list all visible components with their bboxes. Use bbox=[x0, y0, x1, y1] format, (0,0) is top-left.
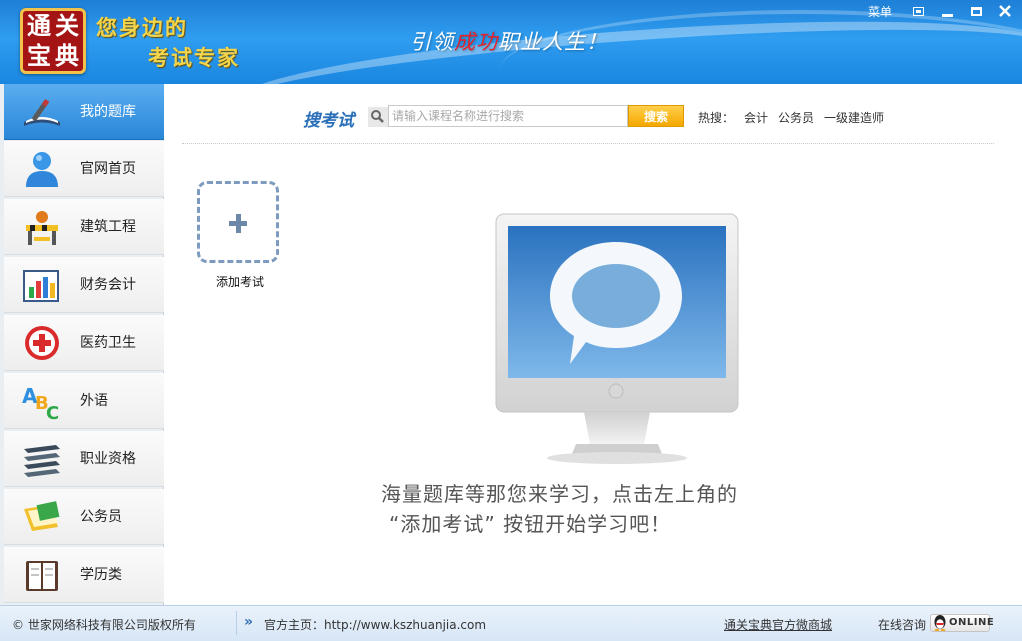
search-bar: 搜考试 搜索 热搜： 会计 公务员 一级建造师 bbox=[300, 104, 920, 131]
consult-label: 在线咨询 bbox=[878, 618, 927, 632]
book-stack-icon bbox=[24, 445, 60, 477]
sidebar-item-label: 外语 bbox=[80, 393, 108, 409]
close-button[interactable] bbox=[992, 1, 1018, 21]
online-consult-button[interactable]: ONLINE bbox=[930, 614, 994, 632]
footer-separator bbox=[236, 611, 237, 635]
plus-icon bbox=[236, 214, 241, 233]
title-bar: 通 关 宝 典 您身边的 考试专家 引领成功职业人生！ 菜单 bbox=[0, 0, 1022, 84]
search-button[interactable]: 搜索 bbox=[628, 105, 684, 127]
online-label: ONLINE bbox=[949, 617, 995, 628]
sidebar-item-medical[interactable]: 医药卫生 bbox=[4, 315, 164, 371]
divider bbox=[182, 143, 994, 144]
sidebar-item-finance[interactable]: 财务会计 bbox=[4, 257, 164, 313]
logo-char: 典 bbox=[55, 41, 79, 70]
maximize-button[interactable] bbox=[963, 1, 989, 21]
finance-chart-icon bbox=[23, 270, 59, 302]
shop-link[interactable]: 通关宝典官方微商城 bbox=[724, 616, 832, 633]
logo-char: 关 bbox=[55, 11, 79, 40]
my-library-icon bbox=[24, 99, 60, 126]
menu-button[interactable]: 菜单 bbox=[868, 3, 892, 20]
sidebar-item-my-library[interactable]: 我的题库 bbox=[4, 84, 164, 140]
qq-penguin-icon bbox=[934, 615, 946, 631]
sidebar-item-label: 官网首页 bbox=[80, 161, 136, 177]
logo-char: 通 bbox=[27, 11, 51, 40]
sidebar-item-label: 职业资格 bbox=[80, 451, 136, 467]
sidebar-item-civil-servant[interactable]: 公务员 bbox=[4, 489, 164, 545]
sidebar: 我的题库 官网首页 建筑工程 财务会计 医药卫生 A B C 外语 职业资格 公… bbox=[0, 84, 164, 605]
document-icon bbox=[24, 501, 60, 531]
sidebar-item-qualification[interactable]: 职业资格 bbox=[4, 431, 164, 487]
abc-icon: A B C bbox=[22, 384, 59, 421]
minimize-icon bbox=[941, 13, 953, 17]
homepage-link[interactable]: 官方主页：http://www.kszhuanjia.com bbox=[264, 616, 486, 633]
maximize-icon bbox=[970, 6, 982, 16]
sidebar-item-label: 建筑工程 bbox=[80, 219, 136, 235]
slogan-line1: 您身边的 bbox=[96, 15, 188, 40]
close-icon bbox=[999, 5, 1011, 17]
sidebar-item-education[interactable]: 学历类 bbox=[4, 547, 164, 603]
svg-text:C: C bbox=[46, 403, 59, 421]
skin-button[interactable] bbox=[905, 1, 931, 21]
search-icon bbox=[368, 107, 388, 127]
status-bar: © 世家网络科技有限公司版权所有 » 官方主页：http://www.kszhu… bbox=[0, 605, 1022, 641]
sidebar-item-label: 医药卫生 bbox=[80, 335, 136, 351]
tagline-part3: 职业人生！ bbox=[498, 30, 608, 54]
hot-search-link[interactable]: 公务员 bbox=[778, 109, 814, 126]
minimize-button[interactable] bbox=[934, 1, 960, 21]
tagline-part1: 引领 bbox=[410, 30, 454, 54]
slogan-line2: 考试专家 bbox=[148, 45, 240, 70]
sidebar-item-label: 公务员 bbox=[80, 509, 122, 525]
app-logo: 通 关 宝 典 bbox=[20, 8, 86, 74]
sidebar-item-label: 财务会计 bbox=[80, 277, 136, 293]
medical-cross-icon bbox=[25, 326, 59, 360]
hot-search-link[interactable]: 一级建造师 bbox=[824, 109, 884, 126]
sidebar-item-official-site[interactable]: 官网首页 bbox=[4, 141, 164, 197]
empty-state-hint-line1: 海量题库等那您来学习，点击左上角的 bbox=[381, 482, 738, 506]
hot-search-label: 热搜： bbox=[698, 111, 735, 125]
logo-char: 宝 bbox=[27, 41, 51, 70]
copyright-text: © 世家网络科技有限公司版权所有 bbox=[12, 618, 196, 632]
notebook-icon bbox=[26, 561, 58, 591]
skin-icon bbox=[912, 6, 924, 16]
user-icon bbox=[26, 152, 58, 187]
empty-state-hint-line2: “添加考试” 按钮开始学习吧！ bbox=[389, 512, 672, 536]
sidebar-item-label: 学历类 bbox=[80, 567, 122, 583]
hot-searches: 热搜： 会计 公务员 一级建造师 bbox=[698, 109, 884, 126]
search-input[interactable] bbox=[388, 105, 628, 127]
sidebar-item-foreign-language[interactable]: A B C 外语 bbox=[4, 373, 164, 429]
search-title: 搜考试 bbox=[303, 111, 354, 131]
window-controls: 菜单 bbox=[868, 0, 1018, 22]
tagline-part2: 成功 bbox=[454, 30, 498, 54]
double-chevron-icon: » bbox=[244, 614, 254, 630]
tagline: 引领成功职业人生！ bbox=[410, 26, 608, 56]
construction-icon bbox=[26, 211, 58, 245]
sidebar-item-construction[interactable]: 建筑工程 bbox=[4, 199, 164, 255]
hot-search-link[interactable]: 会计 bbox=[744, 109, 768, 126]
sidebar-item-label: 我的题库 bbox=[80, 104, 136, 120]
add-exam-button[interactable] bbox=[197, 181, 279, 263]
add-exam-label: 添加考试 bbox=[215, 275, 264, 289]
empty-state-monitor-illustration bbox=[495, 213, 739, 464]
